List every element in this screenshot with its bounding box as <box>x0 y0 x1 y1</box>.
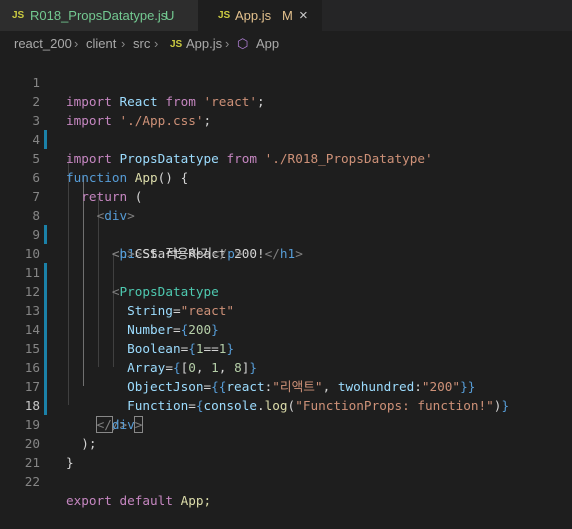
code-line: 21 <box>0 434 572 470</box>
tab-label: R018_PropsDatatype.js <box>30 8 168 23</box>
code-line: 3 import PropsDatatype from './R018_Prop… <box>0 92 572 166</box>
breadcrumb-item-client[interactable]: client <box>86 36 116 51</box>
code-line: 8 <h1>Start React 200!</h1> <box>0 187 572 261</box>
code-line: 17 /> <box>0 358 572 432</box>
chevron-right-icon: › <box>74 36 79 51</box>
code-line: 9 <p>CSS 적용하기</p> <box>0 206 572 261</box>
tab-label: App.js <box>235 8 272 23</box>
code-line: 22 export default App; <box>0 453 572 508</box>
code-line: 5 function App() { <box>0 130 572 185</box>
chevron-right-icon: › <box>121 36 126 51</box>
js-file-icon: JS <box>170 39 183 50</box>
code-line: 12 Number={200} <box>0 263 572 337</box>
code-line: 11 String="react" <box>0 244 572 318</box>
breadcrumb-item-app[interactable]: App <box>256 36 279 51</box>
untracked-status-badge: U <box>165 8 175 23</box>
code-line: 6 return ( <box>0 149 572 204</box>
code-line: 1 import React from 'react'; <box>0 54 572 109</box>
code-line: 13 Boolean={1==1} <box>0 282 572 356</box>
breadcrumb-item-src[interactable]: src <box>133 36 150 51</box>
code-line: 4 <box>0 111 572 147</box>
chevron-right-icon: › <box>225 36 230 51</box>
tab-r018-propsdatatype[interactable]: JS R018_PropsDatatype.js U <box>0 0 198 31</box>
code-line: 14 Array={[0, 1, 8]} <box>0 301 572 375</box>
code-line: 20 } <box>0 415 572 470</box>
chevron-right-icon: › <box>154 36 159 51</box>
breadcrumb-item-react-200[interactable]: react_200 <box>14 36 72 51</box>
modified-status-badge: M <box>282 8 293 23</box>
code-line: 7 <div> <box>0 168 572 223</box>
tab-app-js[interactable]: JS App.js M × <box>198 0 322 31</box>
code-line-current: 18 </div> <box>0 377 572 433</box>
code-line: 10 <PropsDatatype <box>0 225 572 299</box>
code-line: 19 ); <box>0 396 572 451</box>
breadcrumb-item-app-js[interactable]: App.js <box>186 36 222 51</box>
js-file-icon: JS <box>218 10 231 21</box>
symbol-function-icon: ⬡ <box>237 36 249 51</box>
close-icon[interactable]: × <box>299 7 308 24</box>
breadcrumb: react_200 › client › src › JS App.js › ⬡… <box>0 33 572 55</box>
code-line: 16 Function={console.log("FunctionProps:… <box>0 339 572 413</box>
js-file-icon: JS <box>12 10 25 21</box>
code-line: 15 ObjectJson={{react:"리액트", twohundred:… <box>0 320 572 394</box>
code-line: 2 import './App.css'; <box>0 73 572 128</box>
line-number: 22 <box>24 474 40 489</box>
tab-bar: JS R018_PropsDatatype.js U JS App.js M × <box>0 0 572 31</box>
